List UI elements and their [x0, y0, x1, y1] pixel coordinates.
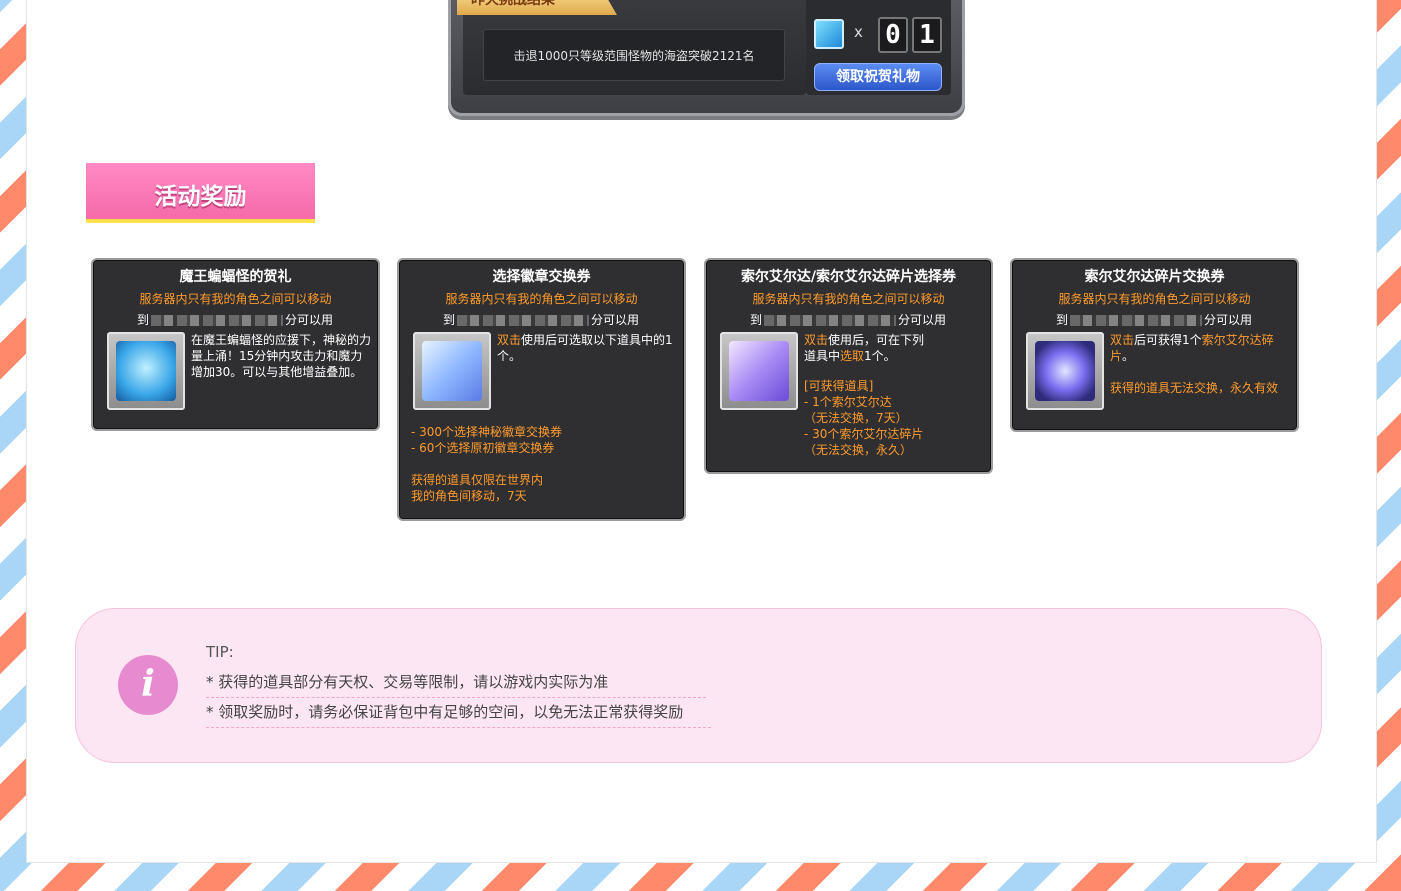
tip-line: * 获得的道具部分有天权、交易等限制，请以游戏内实际为准 — [206, 671, 706, 698]
multiplier-sign: x — [854, 23, 863, 41]
card-title: 魔王蝙蝠怪的贺礼 — [179, 269, 292, 285]
blurred-date — [1070, 315, 1203, 326]
tip-box: i TIP: * 获得的道具部分有天权、交易等限制，请以游戏内实际为准 * 领取… — [75, 608, 1322, 763]
list-item: - 60个选择原初徽章交换券 — [411, 441, 555, 455]
claim-gift-button[interactable]: 领取祝贺礼物 — [814, 63, 942, 91]
item-slot — [720, 332, 798, 410]
blurred-date — [764, 315, 897, 326]
reward-card: 选择徽章交换券 服务器内只有我的角色之间可以移动 到分可以用 双击使用后可选取以… — [397, 258, 686, 521]
list-item: - 1个索尔艾尔达 — [804, 395, 892, 409]
reward-card: 索尔艾尔达/索尔艾尔达碎片选择券 服务器内只有我的角色之间可以移动 到分可以用 … — [704, 258, 993, 474]
card-description: 双击使用后可选取以下道具中的1个。 — [497, 333, 673, 363]
reward-card: 魔王蝙蝠怪的贺礼 服务器内只有我的角色之间可以移动 到分可以用 在魔王蝙蝠怪的应… — [91, 258, 380, 431]
card-restriction: 服务器内只有我的角色之间可以移动 — [139, 292, 332, 306]
list-item: - 300个选择神秘徽章交换券 — [411, 425, 563, 439]
card-description: 在魔王蝙蝠怪的应援下，神秘的力量上涌！15分钟内攻击力和魔力增加30。可以与其他… — [191, 333, 372, 379]
ticket-icon — [729, 341, 789, 401]
card-item-list: - 300个选择神秘徽章交换券 - 60个选择原初徽章交换券 — [411, 424, 562, 456]
reward-box: x 0 1 领取祝贺礼物 — [806, 0, 951, 95]
list-item: （无法交换，7天） — [804, 411, 908, 425]
result-banner: 昨天挑战结果 — [457, 0, 617, 15]
list-title: [可获得道具] — [804, 379, 874, 393]
tip-line: * 领取奖励时，请务必保证背包中有足够的空间，以免无法正常获得奖励 — [206, 701, 711, 728]
card-date: 到分可以用 — [137, 313, 334, 327]
count-digit: 0 — [878, 17, 908, 53]
blurred-date — [457, 315, 590, 326]
section-heading-title: 活动奖励 — [154, 184, 247, 210]
ticket-icon — [422, 341, 482, 401]
card-item-list: [可获得道具] - 1个索尔艾尔达 （无法交换，7天） - 30个索尔艾尔达碎片… — [804, 378, 923, 458]
section-heading: 活动奖励 — [86, 163, 315, 223]
reward-card: 索尔艾尔达碎片交换券 服务器内只有我的角色之间可以移动 到分可以用 双击后可获得… — [1010, 258, 1299, 432]
card-title: 索尔艾尔达碎片交换券 — [1084, 269, 1225, 285]
challenge-result-panel: 昨天挑战结果 击退1000只等级范围怪物的海盗突破2121名 x 0 1 领取祝… — [448, 0, 965, 116]
item-slot — [413, 332, 491, 410]
blurred-date — [151, 315, 284, 326]
card-date: 到分可以用 — [443, 313, 640, 327]
result-description: 击退1000只等级范围怪物的海盗突破2121名 — [483, 29, 785, 81]
card-restriction: 服务器内只有我的角色之间可以移动 — [752, 292, 945, 306]
card-restriction: 服务器内只有我的角色之间可以移动 — [1058, 292, 1251, 306]
info-icon: i — [118, 655, 178, 715]
bat-mask-icon — [116, 341, 176, 401]
card-title: 索尔艾尔达/索尔艾尔达碎片选择券 — [740, 269, 957, 285]
card-date: 到分可以用 — [1056, 313, 1253, 327]
list-item: - 30个索尔艾尔达碎片 — [804, 427, 924, 441]
result-info-area: 昨天挑战结果 击退1000只等级范围怪物的海盗突破2121名 — [457, 0, 806, 95]
card-title: 选择徽章交换券 — [492, 269, 591, 285]
card-date: 到分可以用 — [750, 313, 947, 327]
item-slot — [107, 332, 185, 410]
count-digit: 1 — [912, 17, 942, 53]
bat-gift-icon — [814, 19, 844, 49]
card-note: 获得的道具无法交换，永久有效 — [1110, 381, 1279, 395]
card-description: 双击使用后，可在下列 道具中选取1个。 — [804, 333, 925, 363]
item-slot — [1026, 332, 1104, 410]
card-note: 获得的道具仅限在世界内 我的角色间移动，7天 — [411, 473, 544, 503]
list-item: （无法交换，永久） — [804, 443, 913, 457]
sol-erda-fragment-icon — [1035, 341, 1095, 401]
card-restriction: 服务器内只有我的角色之间可以移动 — [445, 292, 638, 306]
card-description: 双击后可获得1个索尔艾尔达碎片。 — [1110, 333, 1274, 363]
tip-label: TIP: — [206, 643, 234, 661]
